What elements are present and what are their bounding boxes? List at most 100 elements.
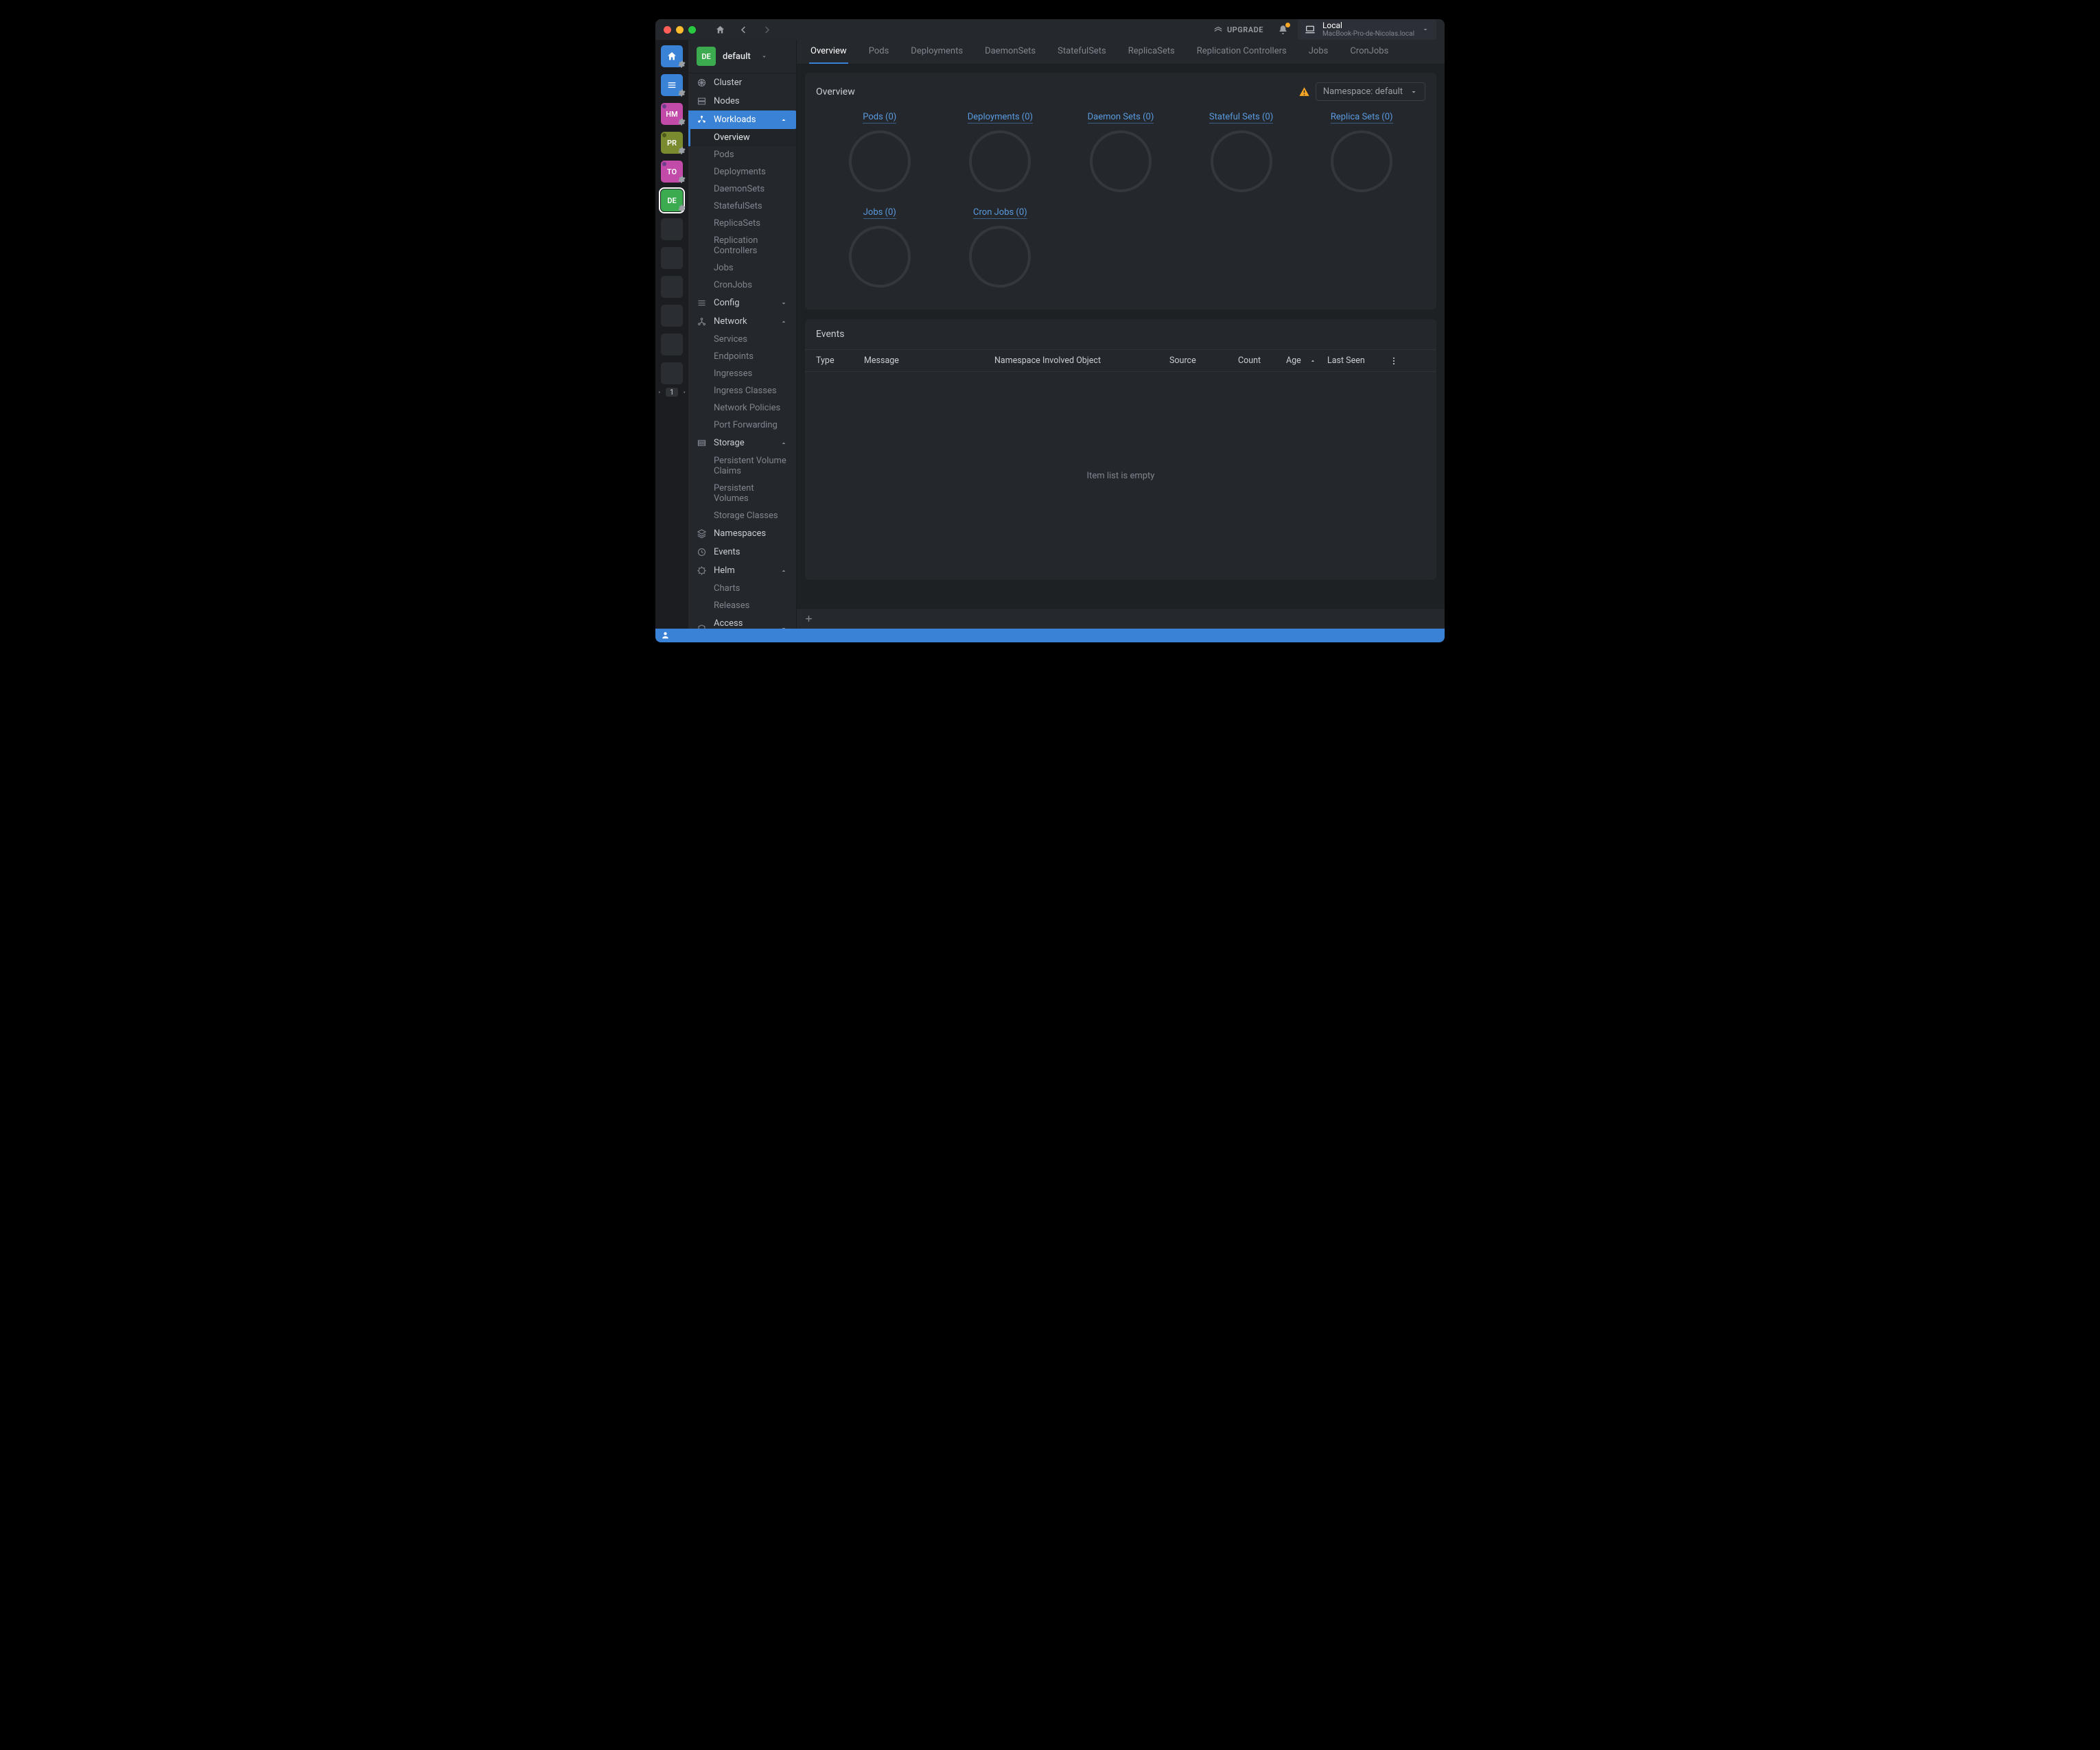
overview-circle-link[interactable]: Pods (0) xyxy=(863,112,896,124)
overview-circle-link[interactable]: Daemon Sets (0) xyxy=(1088,112,1154,124)
overview-circle-link[interactable]: Jobs (0) xyxy=(863,207,896,219)
rail-item[interactable] xyxy=(661,74,683,96)
back-button[interactable] xyxy=(734,21,752,38)
sidebar-subitem[interactable]: Endpoints xyxy=(688,348,796,365)
overview-circle: Jobs (0) xyxy=(823,207,937,288)
tab[interactable]: Deployments xyxy=(909,40,964,64)
user-icon xyxy=(661,631,670,640)
sidebar-item-nodes[interactable]: Nodes xyxy=(688,92,796,110)
events-column-header[interactable]: Namespace xyxy=(994,355,1042,366)
rail-item[interactable] xyxy=(661,45,683,67)
sidebar-subitem[interactable]: Network Policies xyxy=(688,399,796,417)
sidebar-subitem[interactable]: StatefulSets xyxy=(688,198,796,215)
warning-icon xyxy=(1298,86,1310,97)
minimize-window[interactable] xyxy=(676,26,684,34)
sidebar-item-namespaces[interactable]: Namespaces xyxy=(688,524,796,543)
tab[interactable]: Overview xyxy=(809,40,848,64)
rail-item[interactable]: DE xyxy=(661,189,683,211)
shield-icon xyxy=(697,624,707,629)
layers-icon xyxy=(697,528,707,539)
events-column-header[interactable]: Message xyxy=(864,355,994,366)
gear-icon xyxy=(678,205,686,212)
tab[interactable]: StatefulSets xyxy=(1056,40,1108,64)
cluster-selector[interactable]: Local MacBook-Pro-de-Nicolas.local xyxy=(1298,19,1436,40)
home-button[interactable] xyxy=(711,21,729,38)
rail-item[interactable]: TO xyxy=(661,161,683,183)
rail-item[interactable] xyxy=(661,218,683,240)
sidebar-subitem[interactable]: Charts xyxy=(688,580,796,597)
tab[interactable]: Jobs xyxy=(1307,40,1330,64)
sidebar-subitem[interactable]: Services xyxy=(688,331,796,348)
sidebar-subitem[interactable]: Persistent Volumes xyxy=(688,480,796,507)
sidebar-subitem[interactable]: Jobs xyxy=(688,259,796,277)
notifications-button[interactable] xyxy=(1274,21,1292,38)
tab[interactable]: ReplicaSets xyxy=(1127,40,1176,64)
upgrade-icon xyxy=(1213,25,1223,34)
cluster-host: MacBook-Pro-de-Nicolas.local xyxy=(1322,30,1414,38)
sidebar-subitem[interactable]: Persistent Volume Claims xyxy=(688,452,796,480)
sidebar-item-config[interactable]: Config xyxy=(688,294,796,312)
sidebar-access-label: Access Control xyxy=(714,618,773,628)
events-column-header[interactable]: Involved Object xyxy=(1042,355,1169,366)
arrow-right-icon xyxy=(762,25,772,35)
sidebar-subitem[interactable]: Pods xyxy=(688,146,796,163)
sidebar-item-network[interactable]: Network xyxy=(688,312,796,331)
sidebar-subitem[interactable]: Ingresses xyxy=(688,365,796,382)
sidebar-item-storage[interactable]: Storage xyxy=(688,434,796,452)
upgrade-button[interactable]: UPGRADE xyxy=(1208,25,1269,34)
sidebar-subitem[interactable]: Deployments xyxy=(688,163,796,180)
tab[interactable]: CronJobs xyxy=(1349,40,1390,64)
overview-circle-link[interactable]: Cron Jobs (0) xyxy=(973,207,1027,219)
overview-circle-link[interactable]: Replica Sets (0) xyxy=(1331,112,1393,124)
events-empty-state: Item list is empty xyxy=(805,372,1436,580)
rail-item[interactable] xyxy=(661,276,683,298)
sidebar-subitem[interactable]: ReplicaSets xyxy=(688,215,796,232)
namespace-select[interactable]: Namespace: default xyxy=(1316,82,1425,101)
sidebar-item-access-control[interactable]: Access Control xyxy=(688,614,796,628)
overview-circle-link[interactable]: Deployments (0) xyxy=(968,112,1033,124)
sidebar-subitem[interactable]: Port Forwarding xyxy=(688,417,796,434)
sidebar-helm-label: Helm xyxy=(714,565,735,576)
forward-button[interactable] xyxy=(758,21,775,38)
events-column-header[interactable]: Type xyxy=(816,355,864,366)
rail-item[interactable]: PR xyxy=(661,132,683,154)
events-column-header[interactable]: Age xyxy=(1286,355,1327,366)
rail-item[interactable] xyxy=(661,334,683,355)
tab[interactable]: DaemonSets xyxy=(983,40,1037,64)
zoom-window[interactable] xyxy=(688,26,696,34)
rail-item[interactable] xyxy=(661,305,683,327)
sidebar-subitem[interactable]: CronJobs xyxy=(688,277,796,294)
events-column-header[interactable]: Count xyxy=(1238,355,1286,366)
tab[interactable]: Pods xyxy=(867,40,891,64)
terminal-bar[interactable] xyxy=(797,608,1445,629)
overview-circle: Deployments (0) xyxy=(944,112,1058,192)
sidebar-subitem[interactable]: Storage Classes xyxy=(688,507,796,524)
events-column-header[interactable]: Source xyxy=(1169,355,1238,366)
sidebar-item-workloads[interactable]: Workloads xyxy=(688,110,796,129)
status-ring xyxy=(849,226,911,288)
overview-circle-link[interactable]: Stateful Sets (0) xyxy=(1209,112,1273,124)
sidebar-subitem[interactable]: Releases xyxy=(688,597,796,614)
tab[interactable]: Replication Controllers xyxy=(1195,40,1288,64)
sidebar-subitem[interactable]: Overview xyxy=(688,129,796,146)
rail-item[interactable] xyxy=(661,247,683,269)
events-header-menu[interactable] xyxy=(1389,355,1410,366)
sidebar-item-cluster[interactable]: Cluster xyxy=(688,73,796,92)
namespace-switcher[interactable]: DE default xyxy=(688,40,796,73)
sidebar-subitem[interactable]: DaemonSets xyxy=(688,180,796,198)
events-column-header[interactable]: Last Seen xyxy=(1327,355,1389,366)
sidebar-item-helm[interactable]: Helm xyxy=(688,561,796,580)
chevron-down-icon xyxy=(1421,25,1430,34)
sidebar-item-events[interactable]: Events xyxy=(688,543,796,561)
window-controls xyxy=(664,26,696,34)
rail-item[interactable]: HM xyxy=(661,103,683,125)
sidebar-subitem[interactable]: Replication Controllers xyxy=(688,232,796,259)
home-icon xyxy=(666,51,677,62)
rail-pager[interactable]: 1 xyxy=(655,384,688,399)
rail-item[interactable] xyxy=(661,362,683,384)
close-window[interactable] xyxy=(664,26,671,34)
chevron-down-icon xyxy=(780,299,788,307)
sidebar-subitem[interactable]: Ingress Classes xyxy=(688,382,796,399)
sidebar-nodes-label: Nodes xyxy=(714,96,740,106)
namespace-label: default xyxy=(723,51,751,62)
